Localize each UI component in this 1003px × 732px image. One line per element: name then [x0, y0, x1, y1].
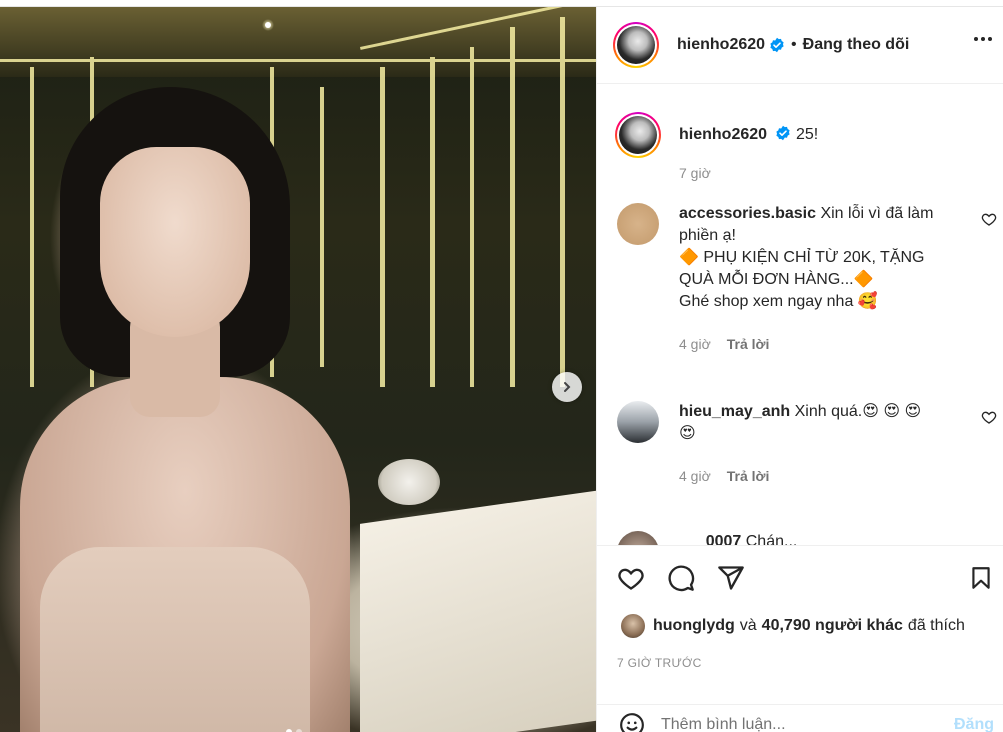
- post-photo[interactable]: [0, 7, 596, 732]
- comment-time: 4 giờ: [679, 336, 711, 352]
- comment-username[interactable]: hieu_may_anh: [679, 403, 790, 420]
- comment-avatar[interactable]: [617, 203, 659, 245]
- comment-text-line: 🔶 PHỤ KIỆN CHỈ TỪ 20K, TẶNG: [679, 249, 925, 266]
- caption-time: 7 giờ: [679, 165, 711, 181]
- reply-button[interactable]: Trả lời: [727, 465, 770, 487]
- follow-status-button[interactable]: Đang theo dõi: [803, 36, 910, 54]
- flower-vase: [378, 459, 440, 505]
- verified-badge-icon: [776, 125, 791, 141]
- comment-text-line: Chán...: [745, 533, 798, 545]
- likes-summary: huonglydg và 40,790 người khác đã thích: [621, 614, 965, 638]
- caption-text: 25!: [795, 126, 819, 143]
- comment-time: 4 giờ: [679, 468, 711, 484]
- comment-like-heart-icon[interactable]: [981, 409, 997, 425]
- comment-text-line: QUÀ MỖI ĐƠN HÀNG...🔶: [679, 271, 874, 288]
- comment-text-line: Ghé shop xem ngay nha 🥰: [679, 293, 878, 310]
- face: [100, 147, 250, 337]
- more-options-icon[interactable]: [974, 37, 992, 41]
- corset-top: [40, 547, 310, 732]
- caption-avatar[interactable]: [615, 112, 661, 158]
- comment-avatar[interactable]: [617, 531, 659, 545]
- likes-connector: và: [739, 617, 757, 634]
- add-comment-input[interactable]: [661, 715, 931, 732]
- reply-button[interactable]: Trả lời: [727, 333, 770, 355]
- chevron-right-icon: [564, 382, 571, 392]
- emoji-icon[interactable]: [619, 712, 645, 732]
- dining-table: [360, 490, 596, 732]
- post-actions: huonglydg và 40,790 người khác đã thích …: [597, 545, 1003, 670]
- bookmark-icon[interactable]: [968, 564, 994, 592]
- comment-avatar[interactable]: [617, 401, 659, 443]
- comment-text-line: phiền ạ!: [679, 227, 736, 244]
- share-send-icon[interactable]: [717, 564, 745, 592]
- caption-item: hienho2620 25! 7 giờ: [615, 112, 997, 184]
- likes-count-link[interactable]: 40,790 người khác: [762, 617, 903, 635]
- comment-text-line: Xinh quá.😍 😍 😍: [794, 403, 922, 420]
- comment-item: accessories.basic Xin lỗi vì đã làm phiề…: [617, 203, 997, 355]
- author-avatar[interactable]: [613, 22, 659, 68]
- post-comment-button[interactable]: Đăng: [954, 716, 994, 732]
- comment-like-heart-icon[interactable]: [981, 211, 997, 227]
- first-liker-username[interactable]: huonglydg: [653, 617, 735, 635]
- browser-top-strip: [0, 0, 1003, 7]
- likes-suffix: đã thích: [907, 617, 965, 634]
- post-timestamp[interactable]: 7 GIỜ TRƯỚC: [617, 656, 702, 670]
- liker-avatar[interactable]: [621, 614, 645, 638]
- post-side-panel: hienho2620 • Đang theo dõi hienho2620 25…: [596, 7, 1003, 732]
- verified-badge-icon: [770, 37, 784, 53]
- like-heart-icon[interactable]: [617, 564, 645, 592]
- comment-username[interactable]: ___0007: [679, 533, 741, 545]
- comment-item: ___0007 Chán...: [617, 531, 997, 545]
- comment-username[interactable]: accessories.basic: [679, 205, 816, 222]
- comments-list[interactable]: hienho2620 25! 7 giờ accessories.basic X…: [597, 85, 1003, 545]
- author-username[interactable]: hienho2620: [677, 36, 765, 54]
- comment-item: hieu_may_anh Xinh quá.😍 😍 😍 😍 4 giờ Trả …: [617, 401, 997, 487]
- add-comment-bar: Đăng: [597, 704, 1003, 732]
- comment-text-line: Xin lỗi vì đã làm: [820, 205, 934, 222]
- header-bullet: •: [791, 36, 797, 53]
- comment-text-line: 😍: [679, 425, 696, 442]
- caption-username[interactable]: hienho2620: [679, 126, 767, 143]
- carousel-next-button[interactable]: [552, 372, 582, 402]
- comment-bubble-icon[interactable]: [667, 564, 695, 592]
- post-header: hienho2620 • Đang theo dõi: [597, 7, 1003, 84]
